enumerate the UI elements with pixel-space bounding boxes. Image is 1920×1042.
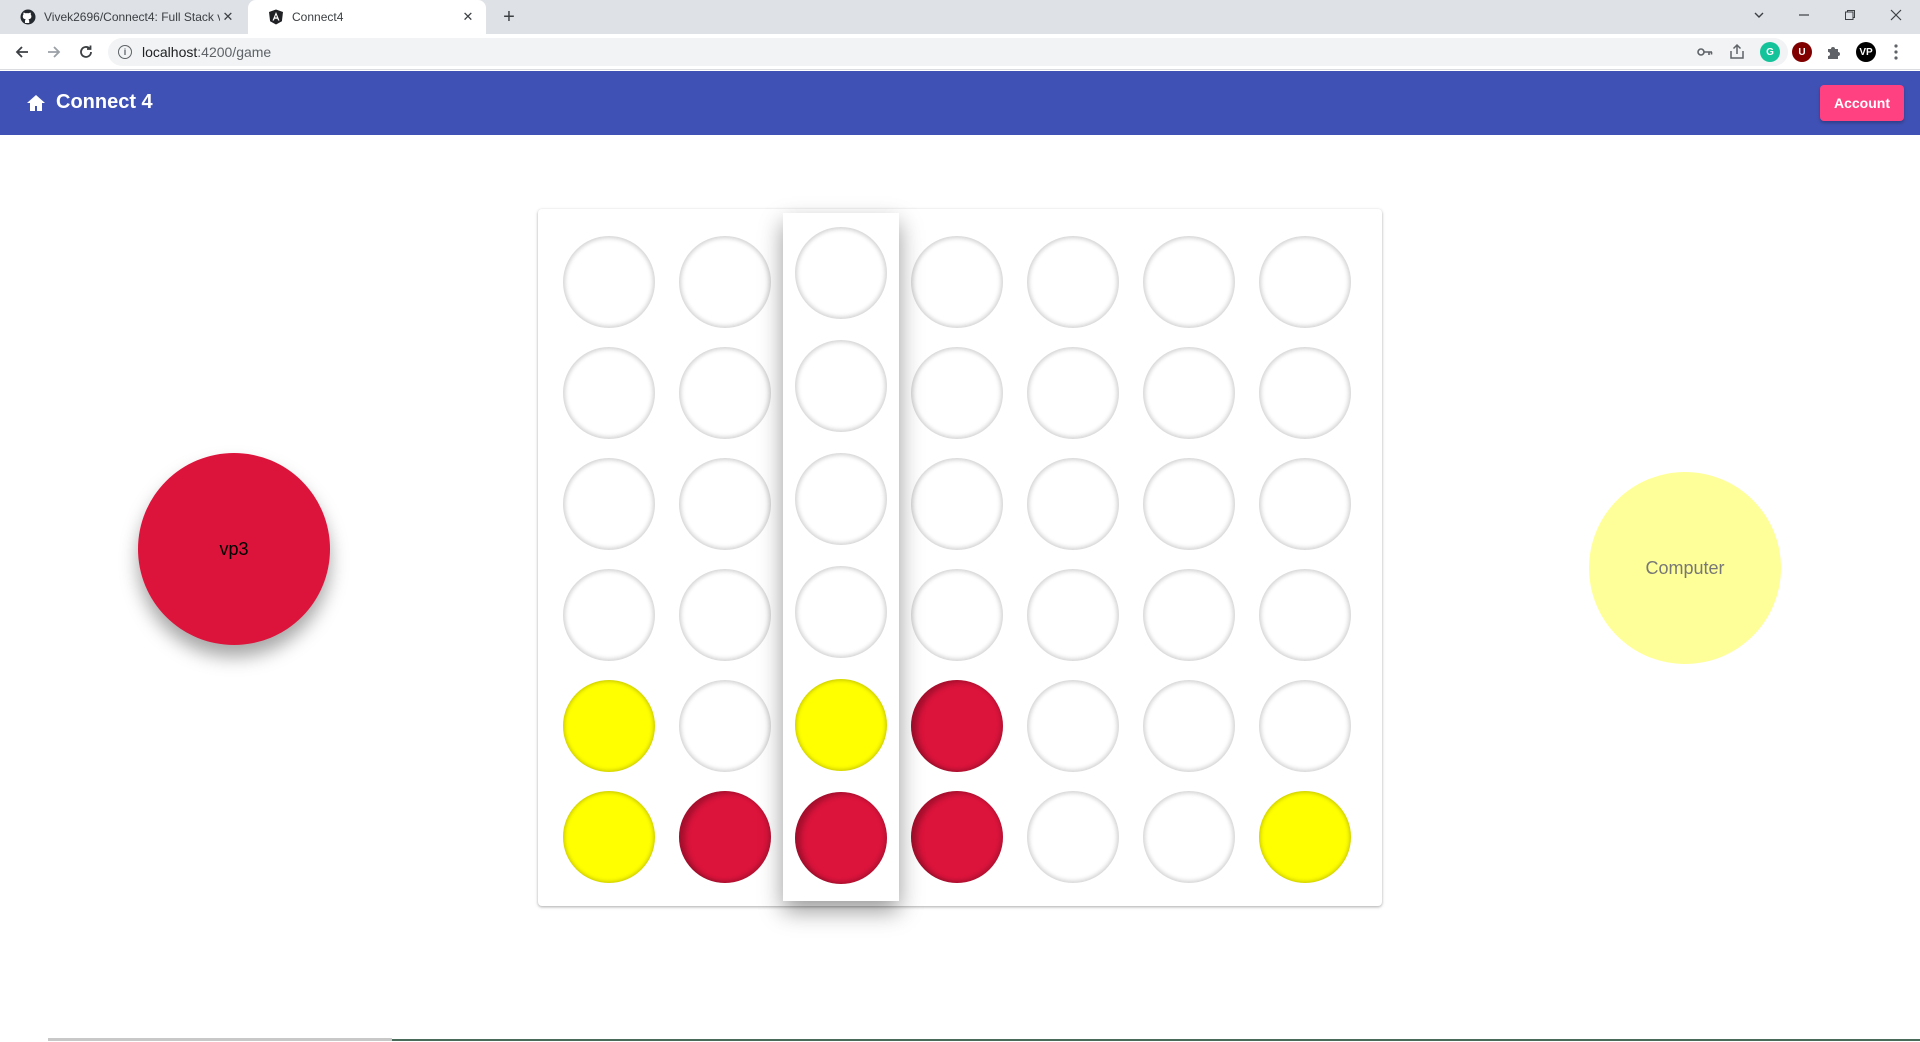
board-column-6[interactable] <box>1131 209 1247 906</box>
empty-slot[interactable] <box>1027 791 1119 883</box>
home-icon[interactable] <box>26 93 46 113</box>
restore-icon[interactable] <box>1827 0 1873 30</box>
empty-slot[interactable] <box>1027 458 1119 550</box>
empty-slot[interactable] <box>1027 347 1119 439</box>
divider <box>48 1038 392 1041</box>
board-column-1[interactable] <box>551 209 667 906</box>
tab-title: Connect4 <box>292 10 344 24</box>
account-button[interactable]: Account <box>1820 85 1904 121</box>
empty-slot[interactable] <box>1143 680 1235 772</box>
empty-slot[interactable] <box>563 347 655 439</box>
player-human-name: vp3 <box>219 538 249 559</box>
close-tab-icon[interactable]: ✕ <box>460 9 476 25</box>
tab-search-icon[interactable] <box>1736 0 1782 30</box>
empty-slot[interactable] <box>1143 458 1235 550</box>
yellow-disc[interactable] <box>563 680 655 772</box>
tab-title: Vivek2696/Connect4: Full Stack v <box>44 10 220 24</box>
browser-tab-strip: Vivek2696/Connect4: Full Stack v ✕ Conne… <box>0 0 1920 34</box>
divider <box>392 1039 1920 1041</box>
empty-slot[interactable] <box>1259 458 1351 550</box>
address-bar[interactable]: i localhost:4200/game <box>108 38 1788 66</box>
empty-slot[interactable] <box>1143 347 1235 439</box>
board-column-5[interactable] <box>1015 209 1131 906</box>
empty-slot[interactable] <box>563 569 655 661</box>
empty-slot[interactable] <box>911 458 1003 550</box>
board-column-7[interactable] <box>1247 209 1363 906</box>
empty-slot[interactable] <box>795 340 887 432</box>
empty-slot[interactable] <box>1259 680 1351 772</box>
new-tab-button[interactable]: + <box>498 6 520 28</box>
empty-slot[interactable] <box>1143 569 1235 661</box>
yellow-disc[interactable] <box>795 679 887 771</box>
player-computer-name: Computer <box>1645 557 1725 578</box>
board-column-3[interactable] <box>783 213 899 901</box>
empty-slot[interactable] <box>679 347 771 439</box>
empty-slot[interactable] <box>1259 569 1351 661</box>
angular-icon <box>268 9 284 25</box>
close-tab-icon[interactable]: ✕ <box>220 9 236 25</box>
browser-tab-connect4[interactable]: Connect4 ✕ <box>248 0 486 34</box>
extensions-puzzle-icon[interactable] <box>1824 42 1844 62</box>
game-board <box>538 209 1382 906</box>
board-column-2[interactable] <box>667 209 783 906</box>
forward-arrow-icon[interactable] <box>40 38 68 66</box>
red-disc[interactable] <box>679 791 771 883</box>
browser-tab-github[interactable]: Vivek2696/Connect4: Full Stack v ✕ <box>0 0 246 34</box>
empty-slot[interactable] <box>1027 680 1119 772</box>
ublock-icon[interactable]: U <box>1792 42 1812 62</box>
empty-slot[interactable] <box>795 227 887 319</box>
empty-slot[interactable] <box>1259 347 1351 439</box>
empty-slot[interactable] <box>795 453 887 545</box>
empty-slot[interactable] <box>679 569 771 661</box>
empty-slot[interactable] <box>1027 236 1119 328</box>
empty-slot[interactable] <box>1027 569 1119 661</box>
empty-slot[interactable] <box>679 458 771 550</box>
empty-slot[interactable] <box>911 569 1003 661</box>
empty-slot[interactable] <box>795 566 887 658</box>
empty-slot[interactable] <box>1259 236 1351 328</box>
empty-slot[interactable] <box>911 236 1003 328</box>
browser-menu-icon[interactable] <box>1886 42 1906 62</box>
key-icon[interactable] <box>1696 43 1714 66</box>
profile-avatar[interactable]: VP <box>1856 42 1876 62</box>
github-icon <box>20 9 36 25</box>
red-disc[interactable] <box>795 792 887 884</box>
site-info-icon[interactable]: i <box>118 45 132 59</box>
grammarly-icon[interactable]: G <box>1760 42 1780 62</box>
back-arrow-icon[interactable] <box>8 38 36 66</box>
yellow-disc[interactable] <box>1259 791 1351 883</box>
close-window-icon[interactable] <box>1873 0 1919 30</box>
empty-slot[interactable] <box>563 458 655 550</box>
yellow-disc[interactable] <box>563 791 655 883</box>
app-title[interactable]: Connect 4 <box>56 91 153 114</box>
empty-slot[interactable] <box>1143 236 1235 328</box>
empty-slot[interactable] <box>563 236 655 328</box>
app-toolbar: Connect 4 Account <box>0 71 1920 135</box>
red-disc[interactable] <box>911 680 1003 772</box>
url-text: localhost:4200/game <box>142 44 271 60</box>
empty-slot[interactable] <box>1143 791 1235 883</box>
share-icon[interactable] <box>1728 43 1746 66</box>
empty-slot[interactable] <box>911 347 1003 439</box>
url-host: localhost <box>142 44 198 60</box>
empty-slot[interactable] <box>679 236 771 328</box>
empty-slot[interactable] <box>679 680 771 772</box>
player-computer-token: Computer <box>1589 472 1781 664</box>
reload-icon[interactable] <box>72 38 100 66</box>
board-column-4[interactable] <box>899 209 1015 906</box>
red-disc[interactable] <box>911 791 1003 883</box>
player-human-token: vp3 <box>138 453 330 645</box>
url-path: :4200/game <box>197 44 272 60</box>
minimize-icon[interactable] <box>1781 0 1827 30</box>
browser-toolbar: i localhost:4200/game G U VP <box>0 34 1920 70</box>
